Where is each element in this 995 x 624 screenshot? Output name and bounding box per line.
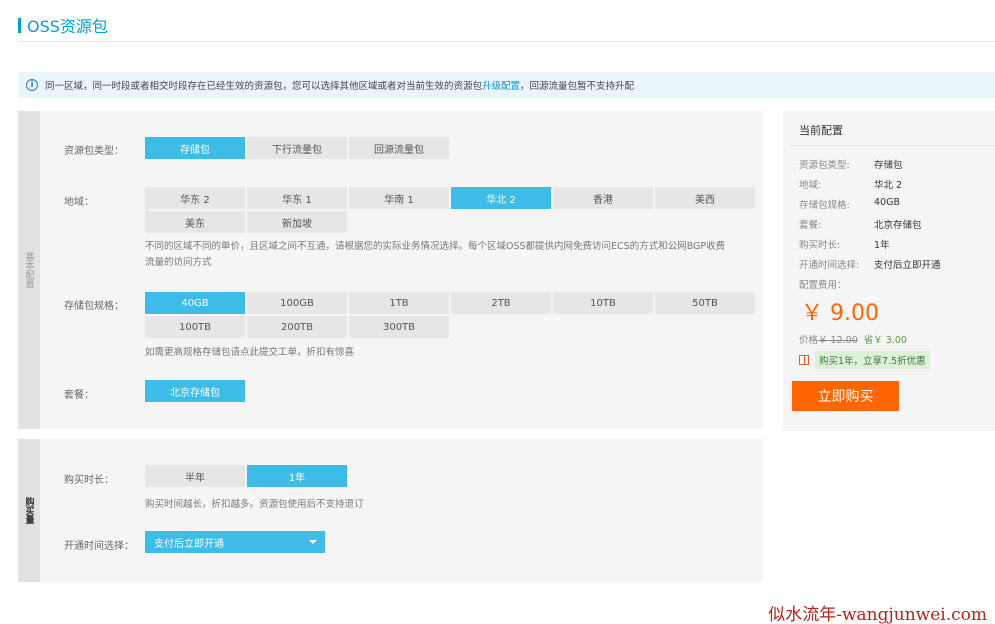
basic-config-panel: 基本配置 资源包类型： 存储包 下行流量包 回源流量包 地域： 华东 2 华东 … [18, 111, 763, 429]
duration-label: 购买时长： [64, 475, 114, 486]
activation-label: 开通时间选择： [64, 541, 134, 552]
price-value: ￥ 9.00 [801, 301, 879, 326]
region-label: 地域： [64, 197, 94, 208]
region-option-uswest[interactable]: 美西 [655, 187, 755, 209]
info-icon: i [26, 79, 38, 91]
spec-option-50tb[interactable]: 50TB [655, 292, 755, 314]
region-hint-line2: 流量的访问方式 [145, 257, 212, 268]
page-title: OSS资源包 [18, 14, 108, 36]
summary-row: 开通时间选择: 支付后立即开通 [799, 257, 941, 271]
summary-row: 购买时长: 1年 [799, 237, 890, 251]
spec-hint: 如需更高规格存储包请点此提交工单，折扣有惊喜 [145, 347, 355, 358]
purchase-panel: 购买量 购买时长： 半年 1年 购买时间越长，折扣越多。资源包使用后不支持退订 … [18, 439, 763, 582]
plan-label: 套餐： [64, 390, 94, 401]
summary-row-key: 购买时长: [799, 240, 841, 251]
summary-row-value: 40GB [874, 197, 900, 208]
fee-label-row: 配置费用： [799, 277, 874, 291]
region-option-north2[interactable]: 华北 2 [451, 187, 551, 209]
plan-option-beijing[interactable]: 北京存储包 [145, 380, 245, 402]
fee-label: 配置费用： [799, 280, 847, 291]
original-price-value: ￥ 12.00 [818, 335, 858, 346]
spec-option-300tb[interactable]: 300TB [349, 316, 449, 338]
spec-option-100tb[interactable]: 100TB [145, 316, 245, 338]
buy-now-button[interactable]: 立即购买 [792, 381, 899, 411]
current-config-panel: 当前配置 资源包类型: 存储包 地域: 华北 2 存储包规格: 40GB 套餐: 北京存… [783, 111, 995, 431]
spec-label: 存储包规格： [64, 301, 124, 312]
package-type-option-storage[interactable]: 存储包 [145, 137, 245, 159]
region-option-singapore[interactable]: 新加坡 [247, 211, 347, 233]
gift-icon [799, 355, 809, 365]
region-option-east1[interactable]: 华东 1 [247, 187, 347, 209]
duration-options: 半年 1年 [145, 465, 349, 489]
duration-hint: 购买时间越长，折扣越多。资源包使用后不支持退订 [145, 499, 364, 510]
summary-row-key: 存储包规格: [799, 200, 850, 211]
summary-row-value: 北京存储包 [874, 220, 922, 231]
summary-divider [791, 145, 995, 146]
promo-row: 购买1年，立享7.5折优惠 [799, 351, 930, 369]
watermark: 似水流年-wangjunwei.com [768, 605, 987, 624]
summary-row-key: 开通时间选择: [799, 260, 860, 271]
spec-option-2tb[interactable]: 2TB [451, 292, 551, 314]
savings-label: 省 [863, 335, 874, 346]
notice-text-after: ，回源流量包暂不支持升配 [520, 81, 635, 92]
package-type-option-backsource[interactable]: 回源流量包 [349, 137, 449, 159]
summary-row-key: 资源包类型: [799, 160, 850, 171]
summary-row: 地域: 华北 2 [799, 177, 902, 191]
savings-value: ￥ 3.00 [873, 335, 907, 346]
activation-select-value: 支付后立即开通 [154, 538, 224, 550]
region-hint: 不同的区域不同的单价，且区域之间不互通，请根据您的实际业务情况选择。每个区域OS… [145, 239, 725, 271]
region-option-hongkong[interactable]: 香港 [553, 187, 653, 209]
purchase-tab: 购买量 [18, 439, 40, 582]
basic-config-tab-label: 基本配置 [23, 252, 34, 288]
title-divider [18, 41, 995, 42]
package-type-options: 存储包 下行流量包 回源流量包 [145, 137, 553, 161]
upgrade-config-link[interactable]: 升级配置 [482, 78, 520, 92]
region-option-south1[interactable]: 华南 1 [349, 187, 449, 209]
summary-row-value: 存储包 [874, 160, 903, 171]
page-title-text: OSS资源包 [27, 17, 108, 36]
original-price-label: 价格 [799, 335, 819, 346]
summary-row-value: 1年 [874, 240, 890, 251]
notice-text-before: 同一区域，同一时段或者相交时段存在已经生效的资源包，您可以选择其他区域或者对当前… [45, 81, 483, 92]
summary-row: 存储包规格: 40GB [799, 197, 900, 211]
promo-badge: 购买1年，立享7.5折优惠 [815, 351, 930, 369]
basic-config-tab: 基本配置 [18, 111, 40, 429]
spec-options: 40GB 100GB 1TB 2TB 10TB 50TB 100TB 200TB… [145, 292, 757, 340]
region-option-useast[interactable]: 美东 [145, 211, 245, 233]
spec-option-40gb[interactable]: 40GB [145, 292, 245, 314]
activation-select[interactable]: 支付后立即开通 [145, 531, 325, 553]
title-accent-bar [18, 17, 21, 33]
notice-bar: i 同一区域，同一时段或者相交时段存在已经生效的资源包，您可以选择其他区域或者对… [18, 72, 995, 98]
current-config-title: 当前配置 [799, 124, 843, 137]
summary-row-value: 支付后立即开通 [874, 260, 941, 271]
summary-row: 资源包类型: 存储包 [799, 157, 903, 171]
summary-row-key: 套餐: [799, 220, 822, 231]
spec-option-100gb[interactable]: 100GB [247, 292, 347, 314]
purchase-tab-label: 购买量 [23, 497, 34, 524]
chevron-down-icon [309, 540, 317, 544]
spec-option-10tb[interactable]: 10TB [553, 292, 653, 314]
spec-option-1tb[interactable]: 1TB [349, 292, 449, 314]
summary-row-key: 地域: [799, 180, 822, 191]
duration-option-one-year[interactable]: 1年 [247, 465, 347, 487]
summary-row-value: 华北 2 [874, 180, 903, 191]
summary-row: 套餐: 北京存储包 [799, 217, 922, 231]
region-options: 华东 2 华东 1 华南 1 华北 2 香港 美西 美东 新加坡 [145, 187, 757, 235]
region-option-east2[interactable]: 华东 2 [145, 187, 245, 209]
package-type-label: 资源包类型： [64, 146, 124, 157]
duration-option-half-year[interactable]: 半年 [145, 465, 245, 487]
region-hint-line1: 不同的区域不同的单价，且区域之间不互通，请根据您的实际业务情况选择。每个区域OS… [145, 241, 726, 252]
plan-options: 北京存储包 [145, 380, 349, 404]
original-price: 价格￥ 12.00 省￥ 3.00 [799, 332, 907, 346]
package-type-option-downstream[interactable]: 下行流量包 [247, 137, 347, 159]
spec-option-200tb[interactable]: 200TB [247, 316, 347, 338]
